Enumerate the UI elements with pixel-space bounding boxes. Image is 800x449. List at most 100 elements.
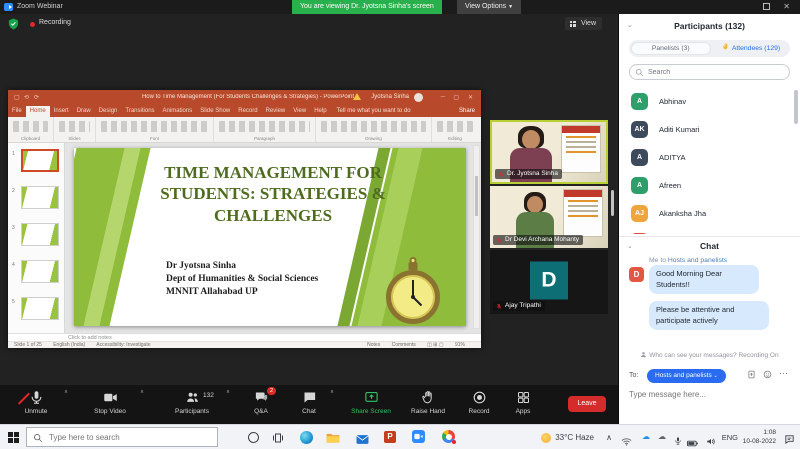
- view-options-button[interactable]: View Options ▼: [457, 0, 521, 14]
- taskbar-search-input[interactable]: [49, 431, 209, 444]
- task-view-icon[interactable]: [272, 431, 284, 449]
- ppt-tab-view[interactable]: View: [289, 106, 310, 117]
- chat-title: Chat: [619, 241, 800, 251]
- raise-hand-button[interactable]: Raise Hand: [404, 389, 452, 421]
- file-share-icon[interactable]: [747, 370, 756, 381]
- ppt-scrollbar[interactable]: [473, 145, 480, 329]
- close-window-button[interactable]: ✕: [783, 2, 790, 12]
- ppt-minimize-button[interactable]: ─: [441, 94, 445, 100]
- participant-row-partial[interactable]: [619, 228, 800, 234]
- chat-options-chevron[interactable]: ∧: [330, 389, 334, 395]
- taskbar-search: [26, 427, 218, 447]
- video-tile-ajay-tripathi[interactable]: D Ajay Tripathi: [490, 250, 608, 314]
- ppt-tab-design[interactable]: Design: [95, 106, 122, 117]
- weather-widget[interactable]: 33°C Haze: [555, 433, 594, 442]
- slide-thumbnail-1[interactable]: [21, 149, 59, 172]
- participants-scrollbar[interactable]: [794, 90, 798, 230]
- stop-video-button[interactable]: Stop Video: [84, 389, 136, 421]
- zoom-taskbar-icon[interactable]: [412, 430, 425, 449]
- slide-thumbnail-2[interactable]: [21, 186, 59, 209]
- participant-row[interactable]: A Afreen: [619, 172, 800, 200]
- video-tile-jyotsna-sinha[interactable]: Dr. Jyotsna Sinha: [490, 120, 608, 184]
- powerpoint-icon[interactable]: P: [384, 431, 396, 443]
- leave-button[interactable]: Leave: [568, 396, 606, 412]
- action-center-icon[interactable]: [784, 432, 795, 449]
- participant-row[interactable]: AJ Akanksha Jha: [619, 200, 800, 228]
- ppt-undo-icon[interactable]: ⟲: [24, 94, 29, 101]
- tab-attendees[interactable]: Attendees (129): [713, 40, 791, 57]
- video-options-chevron[interactable]: ∧: [140, 389, 144, 395]
- drawing-tools[interactable]: [321, 121, 426, 132]
- ppt-tab-help[interactable]: Help: [310, 106, 330, 117]
- slides-tools[interactable]: [59, 121, 90, 132]
- audio-options-chevron[interactable]: ∧: [64, 389, 68, 395]
- language-indicator[interactable]: ENG: [722, 433, 738, 442]
- participants-options-chevron[interactable]: ∧: [226, 389, 230, 395]
- mic-tray-icon[interactable]: [674, 433, 682, 449]
- ppt-share-button[interactable]: Share: [459, 106, 475, 117]
- onedrive-icon[interactable]: ☁: [642, 432, 650, 441]
- ppt-tab-draw[interactable]: Draw: [73, 106, 95, 117]
- ppt-tab-slideshow[interactable]: Slide Show: [196, 106, 234, 117]
- ppt-save-icon[interactable]: ▢: [14, 94, 20, 101]
- notes-bar[interactable]: Click to add notes: [8, 333, 481, 341]
- edge-icon[interactable]: [300, 431, 313, 444]
- slide-thumbnail-5[interactable]: [21, 297, 59, 320]
- notes-toggle[interactable]: Notes: [367, 342, 380, 348]
- qa-button[interactable]: 2 Q&A: [243, 389, 279, 421]
- ppt-restore-button[interactable]: ▢: [453, 94, 459, 101]
- clock-widget[interactable]: 1:08 10-08-2022: [743, 428, 776, 446]
- ppt-close-button[interactable]: ✕: [468, 94, 473, 101]
- ppt-tab-home[interactable]: Home: [26, 106, 50, 117]
- accessibility-indicator[interactable]: Accessibility: Investigate: [96, 342, 150, 348]
- participant-row[interactable]: A Abhinav: [619, 88, 800, 116]
- slide-thumbnail-4[interactable]: [21, 260, 59, 283]
- cloud-icon[interactable]: ☁: [658, 432, 666, 441]
- chat-button[interactable]: Chat: [292, 389, 326, 421]
- restore-window-button[interactable]: [763, 3, 770, 10]
- emoji-icon[interactable]: [763, 370, 772, 381]
- tiles-scrollbar[interactable]: [611, 190, 614, 216]
- record-button[interactable]: Record: [460, 389, 498, 421]
- slide-thumbnail-3[interactable]: [21, 223, 59, 246]
- language-indicator[interactable]: English (India): [53, 342, 85, 348]
- file-explorer-icon[interactable]: [326, 431, 340, 449]
- chrome-icon[interactable]: [442, 430, 455, 449]
- network-icon[interactable]: [621, 433, 632, 449]
- apps-button[interactable]: Apps: [506, 389, 540, 421]
- participant-row[interactable]: AK Aditi Kumari: [619, 116, 800, 144]
- search-input[interactable]: [648, 66, 768, 78]
- view-mode-icons[interactable]: ◫ ⊞ ▢: [427, 342, 443, 348]
- ppt-account-avatar[interactable]: [414, 93, 423, 102]
- chat-message-input[interactable]: [629, 390, 790, 399]
- font-tools[interactable]: [101, 121, 208, 132]
- ppt-tellme-box[interactable]: Tell me what you want to do: [331, 106, 417, 117]
- speaker-icon[interactable]: [706, 433, 716, 449]
- ppt-tab-insert[interactable]: Insert: [50, 106, 73, 117]
- ppt-tab-record[interactable]: Record: [234, 106, 261, 117]
- share-screen-button[interactable]: Share Screen: [344, 389, 398, 421]
- ppt-tab-animations[interactable]: Animations: [159, 106, 197, 117]
- battery-icon[interactable]: [687, 434, 698, 449]
- tray-expand-chevron[interactable]: ∧: [606, 433, 612, 442]
- paragraph-tools[interactable]: [219, 121, 310, 132]
- video-tile-archana-mohanty[interactable]: Dr Devi Archana Mohanty: [490, 186, 608, 248]
- ppt-tab-review[interactable]: Review: [262, 106, 290, 117]
- ppt-tab-file[interactable]: File: [8, 106, 26, 117]
- ppt-redo-icon[interactable]: ⟳: [34, 94, 39, 101]
- more-options-icon[interactable]: ⋯: [779, 368, 788, 379]
- editing-tools[interactable]: [437, 121, 473, 132]
- view-layout-button[interactable]: View: [565, 17, 602, 30]
- cortana-icon[interactable]: [248, 432, 259, 443]
- ppt-tab-transitions[interactable]: Transitions: [121, 106, 158, 117]
- mail-icon[interactable]: [356, 432, 369, 449]
- tab-panelists[interactable]: Panelists (3): [631, 42, 711, 55]
- zoom-level[interactable]: 91%: [455, 342, 465, 348]
- comments-toggle[interactable]: Comments: [392, 342, 416, 348]
- participant-row[interactable]: A ADITYA: [619, 144, 800, 172]
- start-button[interactable]: [8, 432, 19, 443]
- participants-button[interactable]: 132 Participants: [163, 389, 221, 421]
- unmute-button[interactable]: Unmute: [12, 389, 60, 421]
- clipboard-tools[interactable]: [13, 121, 48, 132]
- recipient-selector[interactable]: Hosts and panelists ⌄: [647, 369, 726, 383]
